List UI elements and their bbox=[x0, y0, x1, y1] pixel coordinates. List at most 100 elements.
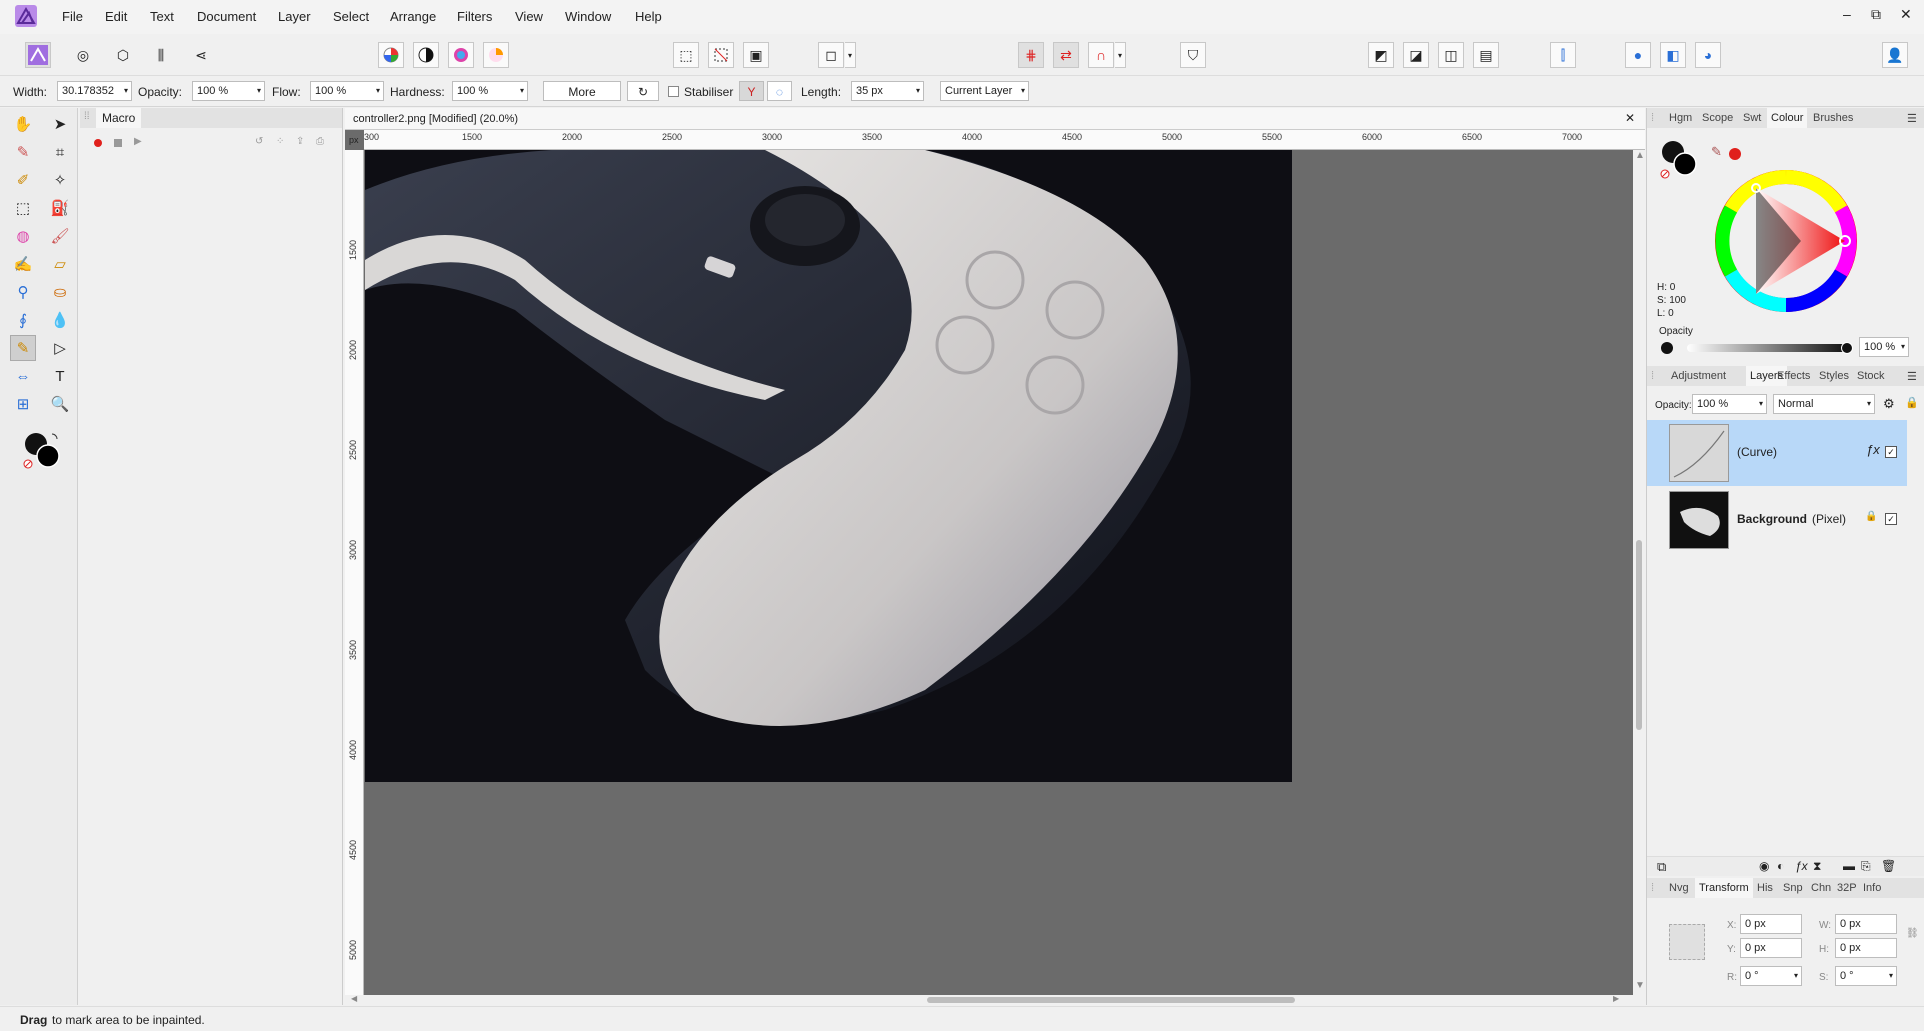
tab-info[interactable]: Info bbox=[1863, 882, 1881, 894]
y-field[interactable]: 0 px bbox=[1740, 938, 1802, 958]
photo-persona-icon[interactable] bbox=[25, 42, 51, 68]
play-icon[interactable]: ▶ bbox=[134, 136, 142, 147]
tab-adjustment[interactable]: Adjustment bbox=[1671, 370, 1726, 382]
fx-icon[interactable]: ƒx bbox=[1795, 859, 1808, 873]
layer-row-curve[interactable]: (Curve) ƒx ✓ bbox=[1647, 420, 1907, 486]
layer-visibility-checkbox[interactable]: ✓ bbox=[1885, 513, 1897, 525]
tone-mapping-persona-icon[interactable]: ⫼ bbox=[148, 42, 174, 68]
h-field[interactable]: 0 px bbox=[1835, 938, 1897, 958]
tab-snapshots[interactable]: Snp bbox=[1783, 882, 1803, 894]
marquee-select-icon[interactable]: ⬚ bbox=[673, 42, 699, 68]
add-layer-icon[interactable]: ⎘ bbox=[1861, 859, 1871, 874]
move-back-icon[interactable]: ◫ bbox=[1438, 42, 1464, 68]
colour-wheel[interactable] bbox=[1711, 166, 1861, 316]
stop-icon[interactable] bbox=[114, 139, 122, 147]
opacity-slider-handle[interactable] bbox=[1841, 342, 1853, 354]
adjustment-icon[interactable]: ◐ bbox=[1777, 859, 1784, 873]
boolean-subtract-icon[interactable]: ◧ bbox=[1660, 42, 1686, 68]
move-forward-icon[interactable]: ◪ bbox=[1403, 42, 1429, 68]
tab-stock[interactable]: Stock bbox=[1857, 370, 1885, 382]
opacity-field[interactable]: 100 % ▾ bbox=[192, 81, 265, 101]
align-left-icon[interactable]: ⫿ bbox=[1550, 42, 1576, 68]
window-mode-icon[interactable]: ◌ bbox=[767, 81, 792, 101]
length-field[interactable]: 35 px ▾ bbox=[851, 81, 924, 101]
grid-icon[interactable]: ⁘ bbox=[276, 136, 284, 147]
group-icon[interactable]: ▬ bbox=[1843, 859, 1855, 873]
menu-filters[interactable]: Filters bbox=[457, 9, 492, 24]
record-icon[interactable] bbox=[94, 139, 102, 147]
color-picker-tool-icon[interactable]: ✎ bbox=[10, 139, 36, 165]
flip-icon[interactable]: ⇄ bbox=[1053, 42, 1079, 68]
menu-file[interactable]: File bbox=[62, 9, 83, 24]
zoom-blur-tool-icon[interactable]: ⚲ bbox=[10, 279, 36, 305]
panel-menu-icon[interactable]: ☰ bbox=[1907, 112, 1917, 125]
tab-scope[interactable]: Scope bbox=[1702, 112, 1733, 124]
menu-document[interactable]: Document bbox=[197, 9, 256, 24]
scroll-down-icon[interactable]: ▼ bbox=[1635, 980, 1645, 991]
eyedropper-icon[interactable]: ✎ bbox=[1711, 144, 1722, 160]
invert-selection-icon[interactable]: ▣ bbox=[743, 42, 769, 68]
menu-view[interactable]: View bbox=[515, 9, 543, 24]
menu-help[interactable]: Help bbox=[635, 9, 662, 24]
vertical-scrollbar[interactable]: ▲ ▼ bbox=[1633, 150, 1645, 995]
close-window-button[interactable]: ✕ bbox=[1900, 6, 1912, 23]
width-field[interactable]: 30.178352 ▾ bbox=[57, 81, 132, 101]
gradient-tool-icon[interactable]: ◍ bbox=[10, 223, 36, 249]
auto-contrast-icon[interactable] bbox=[413, 42, 439, 68]
menu-arrange[interactable]: Arrange bbox=[390, 9, 436, 24]
shear-field[interactable]: 0 ° ▾ bbox=[1835, 966, 1897, 986]
layer-lock-icon[interactable]: 🔒 bbox=[1865, 511, 1877, 522]
tab-effects[interactable]: Effects bbox=[1777, 370, 1810, 382]
text-tool-icon[interactable]: T bbox=[47, 363, 73, 389]
x-field[interactable]: 0 px bbox=[1740, 914, 1802, 934]
move-tool-icon[interactable]: ➤ bbox=[47, 111, 73, 137]
restore-button[interactable]: ⧉ bbox=[1871, 6, 1881, 23]
close-document-icon[interactable]: ✕ bbox=[1625, 111, 1635, 125]
panel-menu-icon[interactable]: ☰ bbox=[1907, 370, 1917, 383]
quick-mask-dropdown[interactable]: ▾ bbox=[845, 42, 856, 68]
zoom-tool-icon[interactable]: 🔍 bbox=[47, 391, 73, 417]
mask-icon[interactable]: ◉ bbox=[1759, 859, 1769, 873]
menu-select[interactable]: Select bbox=[333, 9, 369, 24]
scroll-right-icon[interactable]: ▶ bbox=[1613, 994, 1619, 1003]
live-filter-icon[interactable]: ⧗ bbox=[1813, 859, 1821, 874]
perspective-tool-icon[interactable]: ⊞ bbox=[10, 391, 36, 417]
brush-pressure-icon[interactable]: ↻ bbox=[627, 81, 659, 101]
colour-swatches-icon[interactable] bbox=[22, 430, 62, 470]
fx-icon[interactable]: ƒx bbox=[1866, 442, 1880, 457]
boolean-intersect-icon[interactable]: ◕ bbox=[1695, 42, 1721, 68]
layer-visibility-checkbox[interactable]: ✓ bbox=[1885, 446, 1897, 458]
horizontal-scroll-thumb[interactable] bbox=[927, 997, 1295, 1003]
scroll-up-icon[interactable]: ▲ bbox=[1635, 150, 1645, 161]
smudge-tool-icon[interactable]: ∮ bbox=[10, 307, 36, 333]
crop-tool-icon[interactable]: ⌗ bbox=[47, 139, 73, 165]
snapping-icon[interactable]: ⋕ bbox=[1018, 42, 1044, 68]
selection-brush-tool-icon[interactable]: ✐ bbox=[10, 167, 36, 193]
anchor-point-icon[interactable] bbox=[1669, 924, 1705, 960]
more-button[interactable]: More bbox=[543, 81, 621, 101]
move-to-back-icon[interactable]: ▤ bbox=[1473, 42, 1499, 68]
inpainting-brush-tool-icon[interactable]: ✎ bbox=[10, 335, 36, 361]
auto-levels-icon[interactable] bbox=[378, 42, 404, 68]
colour-opacity-field[interactable]: 100 % ▾ bbox=[1859, 337, 1909, 357]
affinity-photo-logo-icon[interactable] bbox=[15, 5, 37, 27]
snapping-dropdown[interactable]: ▾ bbox=[1115, 42, 1126, 68]
magnet-icon[interactable]: ∩ bbox=[1088, 42, 1114, 68]
blend-mode-select[interactable]: Normal ▾ bbox=[1773, 394, 1875, 414]
flow-field[interactable]: 100 % ▾ bbox=[310, 81, 384, 101]
view-tool-icon[interactable]: ✋ bbox=[10, 111, 36, 137]
layers-stack-icon[interactable]: ⧉ bbox=[1657, 859, 1666, 875]
gear-icon[interactable]: ⚙ bbox=[1883, 396, 1895, 412]
user-account-icon[interactable]: 👤 bbox=[1882, 42, 1908, 68]
tab-swatches[interactable]: Swt bbox=[1743, 112, 1761, 124]
develop-persona-icon[interactable]: ⬡ bbox=[110, 42, 136, 68]
menu-edit[interactable]: Edit bbox=[105, 9, 127, 24]
tab-navigator[interactable]: Nvg bbox=[1669, 882, 1689, 894]
dodge-tool-icon[interactable]: ✍ bbox=[10, 251, 36, 277]
vertical-scroll-thumb[interactable] bbox=[1636, 540, 1642, 730]
move-to-front-icon[interactable]: ◩ bbox=[1368, 42, 1394, 68]
erase-tool-icon[interactable]: ▱ bbox=[47, 251, 73, 277]
tab-styles[interactable]: Styles bbox=[1819, 370, 1849, 382]
horizontal-scrollbar[interactable]: ◀ ▶ bbox=[345, 994, 1645, 1005]
menu-window[interactable]: Window bbox=[565, 9, 611, 24]
